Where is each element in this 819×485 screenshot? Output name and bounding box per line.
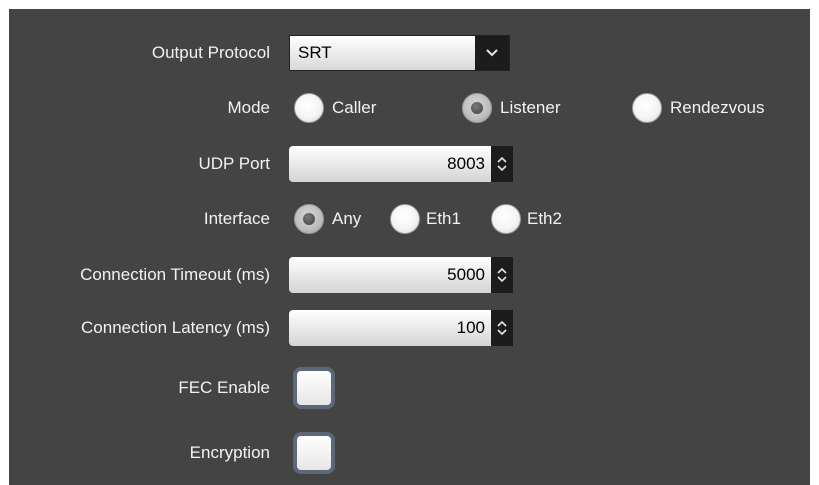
mode-option-label: Rendezvous (670, 98, 765, 117)
mode-option-label: Listener (500, 98, 561, 117)
chevron-down-icon (497, 276, 507, 283)
checkbox-box[interactable] (297, 436, 331, 470)
interface-radio-eth1[interactable]: Eth1 (390, 201, 461, 237)
output-protocol-label: Output Protocol (151, 43, 270, 62)
spin-arrows[interactable] (491, 146, 513, 182)
spin-arrows[interactable] (491, 310, 513, 346)
mode-radio-rendezvous[interactable]: Rendezvous (632, 90, 765, 126)
fec-enable-checkbox[interactable] (293, 367, 335, 409)
mode-label: Mode (227, 98, 270, 117)
encryption-checkbox[interactable] (293, 432, 335, 474)
chevron-up-icon (497, 267, 507, 274)
mode-option-label: Caller (332, 98, 377, 117)
encryption-label: Encryption (189, 443, 270, 462)
udp-port-row: UDP Port 8003 (9, 146, 810, 182)
mode-row: Mode Caller Listener Rendezvous (9, 90, 810, 126)
chevron-down-icon[interactable] (475, 36, 509, 70)
interface-label: Interface (203, 209, 270, 228)
interface-radio-any[interactable]: Any (294, 201, 361, 237)
connection-timeout-spinbox[interactable]: 5000 (289, 257, 513, 293)
connection-latency-label: Connection Latency (ms) (81, 318, 270, 337)
fec-enable-label: FEC Enable (178, 378, 270, 397)
chevron-down-icon (497, 329, 507, 336)
spin-arrows[interactable] (491, 257, 513, 293)
output-protocol-value: SRT (290, 36, 475, 70)
fec-enable-row: FEC Enable (9, 367, 810, 409)
connection-latency-spinbox[interactable]: 100 (289, 310, 513, 346)
connection-latency-input[interactable]: 100 (289, 310, 491, 346)
radio-button-icon[interactable] (390, 204, 420, 234)
interface-option-label: Any (332, 209, 362, 228)
radio-button-icon[interactable] (294, 93, 324, 123)
encryption-row: Encryption (9, 432, 810, 474)
mode-radio-caller[interactable]: Caller (294, 90, 376, 126)
output-protocol-row: Output Protocol SRT (9, 35, 810, 71)
chevron-down-icon (497, 165, 507, 172)
interface-row: Interface Any Eth1 Eth2 (9, 201, 810, 237)
udp-port-spinbox[interactable]: 8003 (289, 146, 513, 182)
connection-latency-row: Connection Latency (ms) 100 (9, 310, 810, 346)
radio-button-selected-icon[interactable] (462, 93, 492, 123)
interface-option-label: Eth2 (527, 209, 562, 228)
radio-button-icon[interactable] (632, 93, 662, 123)
chevron-up-icon (497, 320, 507, 327)
interface-radio-eth2[interactable]: Eth2 (491, 201, 562, 237)
chevron-up-icon (497, 156, 507, 163)
udp-port-input[interactable]: 8003 (289, 146, 491, 182)
radio-button-icon[interactable] (491, 204, 521, 234)
mode-radio-listener[interactable]: Listener (462, 90, 560, 126)
checkbox-box[interactable] (297, 371, 331, 405)
interface-option-label: Eth1 (426, 209, 461, 228)
settings-panel: Output Protocol SRT Mode Caller Listener… (9, 9, 810, 485)
udp-port-label: UDP Port (198, 154, 271, 173)
connection-timeout-row: Connection Timeout (ms) 5000 (9, 257, 810, 293)
connection-timeout-label: Connection Timeout (ms) (80, 265, 270, 284)
connection-timeout-input[interactable]: 5000 (289, 257, 491, 293)
radio-button-selected-icon[interactable] (294, 204, 324, 234)
output-protocol-dropdown[interactable]: SRT (289, 35, 510, 71)
